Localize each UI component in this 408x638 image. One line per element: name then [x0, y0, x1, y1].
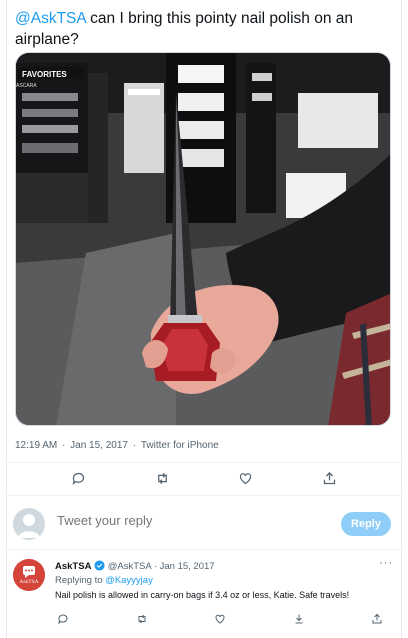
tweet-source[interactable]: Twitter for iPhone [141, 440, 219, 451]
reply-tweet-header: AskTSA @AskTSA · Jan 15, 2017 [55, 560, 215, 572]
like-button[interactable] [235, 467, 257, 489]
header-separator: · [151, 561, 160, 572]
like-button[interactable] [212, 611, 228, 627]
reply-tweet-text: Nail polish is allowed in carry-on bags … [55, 590, 350, 600]
retweet-button[interactable] [151, 467, 173, 489]
share-icon [372, 613, 382, 624]
reply-submit-button[interactable]: Reply [341, 512, 391, 536]
store-sign-sub-text: ASCARA [16, 83, 37, 89]
tweet-actions-bar [7, 467, 401, 489]
asktsa-avatar[interactable]: AskTSA [13, 559, 45, 591]
share-icon [323, 471, 335, 484]
reply-icon [58, 614, 68, 625]
like-icon [240, 472, 252, 484]
reply-composer: Reply [7, 500, 401, 548]
tweet-metadata: 12:19 AM · Jan 15, 2017 · Twitter for iP… [15, 440, 221, 451]
divider [7, 549, 401, 550]
user-avatar[interactable] [13, 508, 45, 540]
divider [7, 495, 401, 496]
like-icon [215, 614, 225, 624]
reply-tweet[interactable]: AskTSA AskTSA @AskTSA · Jan 15, 2017 ···… [7, 551, 401, 638]
reply-button[interactable] [68, 467, 90, 489]
meta-separator: · [129, 440, 139, 451]
reply-tweet-actions-bar [55, 611, 385, 627]
share-button[interactable] [318, 467, 340, 489]
tweet-detail-panel: @AskTSA can I bring this pointy nail pol… [6, 0, 402, 638]
verified-badge-icon [94, 560, 105, 571]
tweet-date[interactable]: Jan 15, 2017 [70, 440, 128, 451]
reply-input[interactable] [57, 513, 317, 528]
avatar-logo-text: AskTSA [19, 579, 39, 585]
reply-button[interactable] [55, 611, 71, 627]
tweet-photo[interactable]: FAVORITES ASCARA [15, 52, 391, 426]
mention-link[interactable]: @AskTSA [15, 10, 86, 27]
retweet-icon [157, 472, 167, 484]
reply-date[interactable]: Jan 15, 2017 [160, 561, 215, 572]
retweet-icon [138, 614, 145, 624]
divider [7, 462, 401, 463]
author-name[interactable]: AskTSA [55, 561, 91, 572]
author-handle[interactable]: @AskTSA [108, 561, 151, 572]
meta-separator: · [59, 440, 69, 451]
replying-to: Replying to @Kayyyjay [55, 575, 153, 586]
replying-prefix: Replying to [55, 575, 106, 586]
replying-mention-link[interactable]: @Kayyyjay [105, 575, 153, 586]
share-button[interactable] [369, 611, 385, 627]
download-icon [295, 614, 302, 624]
download-button[interactable] [291, 611, 307, 627]
tweet-text: @AskTSA can I bring this pointy nail pol… [15, 8, 393, 50]
more-options-icon[interactable]: ··· [379, 557, 393, 569]
store-sign-text: FAVORITES [22, 70, 67, 79]
retweet-button[interactable] [134, 611, 150, 627]
tweet-time[interactable]: 12:19 AM [15, 440, 57, 451]
reply-icon [72, 472, 85, 485]
